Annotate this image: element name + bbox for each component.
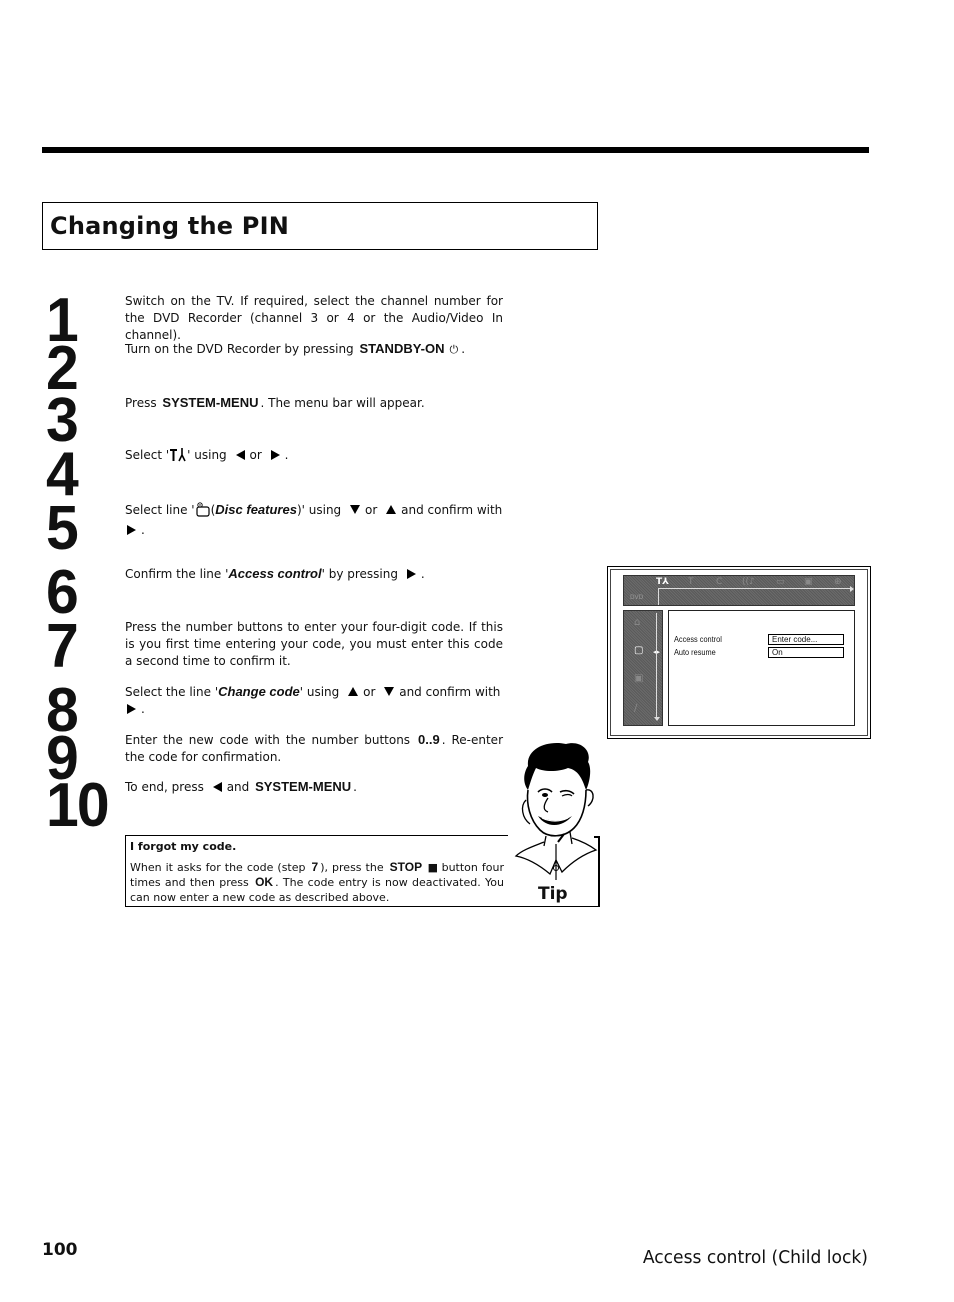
power-icon: ⏻ [449,343,459,356]
right-arrow-icon [127,524,136,535]
section-footer: Access control (Child lock) [642,1247,868,1268]
key-number-buttons: 0..9 [418,732,440,747]
step-3-text: Press SYSTEM-MENU. The menu bar will app… [125,395,425,410]
dvd-logo: DVD [630,594,644,601]
settings-tools-icon: T⅄ [656,577,669,587]
audio-icon: ((♪ [742,577,755,587]
left-arrow-icon [235,449,245,460]
right-arrow-icon [127,703,136,714]
osd-row-label-access-control: Access control [674,635,722,644]
key-standby-on: STANDBY-ON [359,341,445,356]
step-number-5: 5 [46,494,79,563]
change-code-label: Change code [218,684,300,699]
left-arrow-icon [212,781,222,792]
step-5-text: Select line ' (Disc features)' using or a… [125,502,503,537]
up-arrow-icon [386,505,397,514]
zoom-icon: ⊕ [834,577,842,587]
disc-features-icon: ▢ [634,645,644,656]
title-box: Changing the PIN [42,202,598,250]
step-number-10: 10 [46,771,110,840]
subtitle-icon: ▭ [776,577,785,587]
tip-mascot-illustration [514,742,598,880]
chapter-icon: C [716,577,723,587]
title-icon: T [688,577,694,587]
tip-body: When it asks for the code (step 7), pres… [130,860,505,904]
osd-field-access-control: Enter code... [768,634,844,645]
camera-angle-icon: ▣ [804,577,813,587]
step-6-text: Confirm the line 'Access control' by pre… [125,566,425,581]
right-arrow-icon [270,449,280,460]
stop-icon: ■ [427,861,439,874]
step-7-text: Press the number buttons to enter your f… [125,620,503,668]
step-4-text: Select ' ' using or . [125,447,503,467]
up-arrow-icon [348,687,359,696]
tools-icon: ∕ [634,703,638,714]
menu-bar-arrow-icon [850,586,854,592]
settings-tools-icon [169,447,187,467]
osd-sidebar: ⌂ ▢ ◂▸ ▣ ∕ [623,610,663,726]
header-rule [42,147,869,153]
key-stop: STOP [389,860,423,874]
step-10-text: To end, press and SYSTEM-MENU. [125,779,357,794]
page-title: Changing the PIN [50,212,290,240]
tip-step-ref: 7 [311,860,319,874]
sidebar-arrow-icon [654,717,660,721]
tip-label: Tip [538,884,568,904]
step-9-text: Enter the new code with the number butto… [125,732,503,764]
key-system-menu: SYSTEM-MENU [162,395,259,410]
step-8-text: Select the line 'Change code' using or a… [125,684,501,716]
osd-menu-bar: T⅄ T C ((♪ ▭ ▣ ⊕ DVD [623,575,855,606]
osd-settings-panel: Access control Enter code... Auto resume… [668,610,855,726]
access-control-label: Access control [228,566,322,581]
page-number: 100 [42,1240,78,1260]
disc-features-icon [195,502,211,522]
step-number-7: 7 [46,612,79,681]
step-1-text: Switch on the TV. If required, select th… [125,294,503,342]
disc-features-label: Disc features [215,502,297,517]
lock-icon: ⌂ [634,617,641,628]
osd-row-label-auto-resume: Auto resume [674,648,716,657]
down-arrow-icon [384,687,395,696]
down-arrow-icon [350,505,360,514]
osd-field-auto-resume: On [768,647,844,658]
tip-title: I forgot my code. [130,840,237,853]
key-system-menu: SYSTEM-MENU [255,779,352,794]
key-ok: OK [255,875,274,889]
step-2-text: Turn on the DVD Recorder by pressing STA… [125,341,466,356]
display-icon: ▣ [634,673,644,684]
right-arrow-icon [406,568,416,579]
